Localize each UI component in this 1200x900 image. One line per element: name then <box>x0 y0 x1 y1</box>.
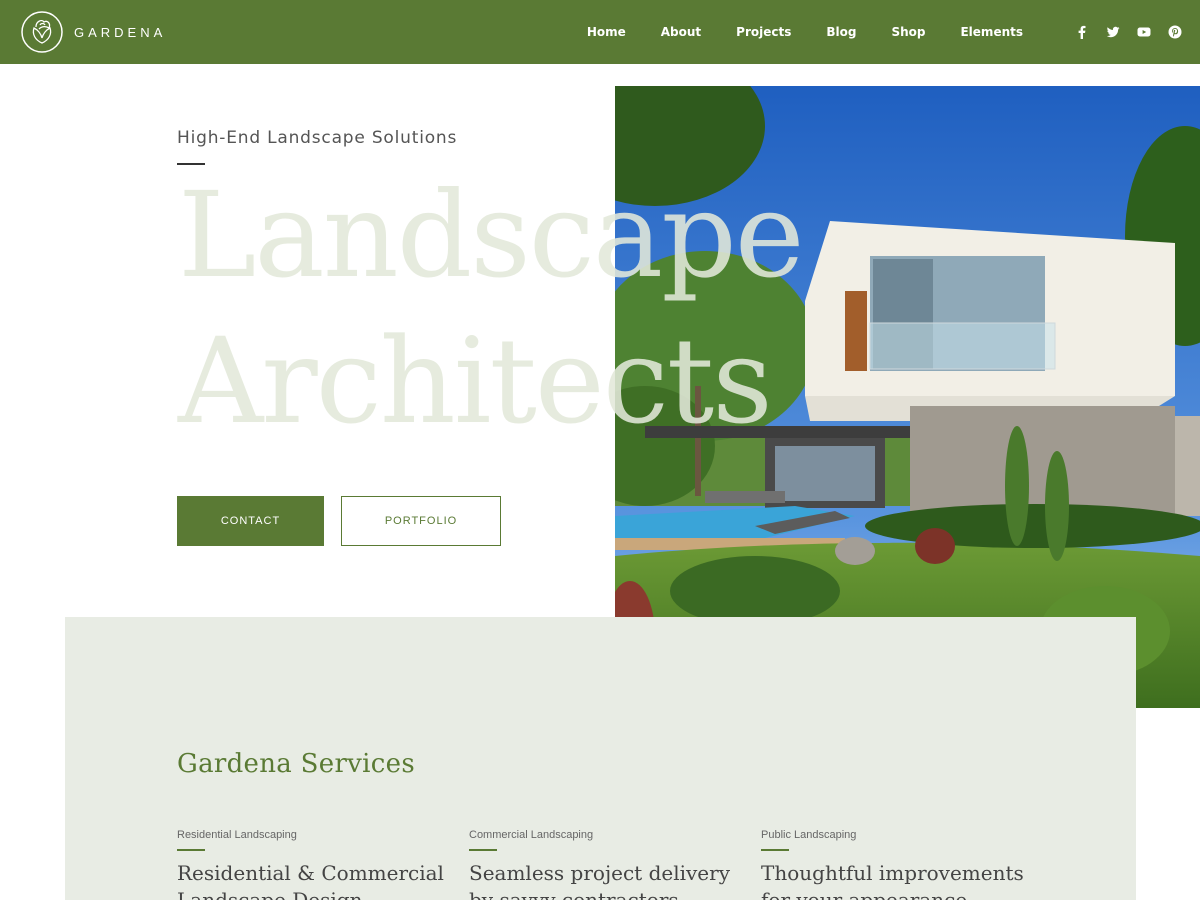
service-divider <box>761 849 789 851</box>
main-nav: Home About Projects Blog Shop Elements <box>587 0 1200 64</box>
twitter-icon[interactable] <box>1106 25 1120 39</box>
portfolio-button[interactable]: PORTFOLIO <box>341 496 501 546</box>
nav-home[interactable]: Home <box>587 25 626 39</box>
hero-house-photo <box>615 86 1200 708</box>
pinterest-icon[interactable] <box>1168 25 1182 39</box>
social-links <box>1058 25 1182 39</box>
service-public[interactable]: Public Landscaping Thoughtful improvemen… <box>761 829 1031 900</box>
nav-elements[interactable]: Elements <box>960 25 1023 39</box>
service-tag: Residential Landscaping <box>177 829 297 841</box>
hero-subtitle: High-End Landscape Solutions <box>177 128 458 148</box>
nav-blog[interactable]: Blog <box>826 25 856 39</box>
service-divider <box>177 849 205 851</box>
subtitle-divider <box>177 163 205 165</box>
nav-projects[interactable]: Projects <box>736 25 791 39</box>
services-title: Gardena Services <box>177 749 415 779</box>
service-tag: Public Landscaping <box>761 829 857 841</box>
nav-about[interactable]: About <box>661 25 701 39</box>
service-heading: Residential & Commercial Landscape Desig… <box>177 861 444 900</box>
youtube-icon[interactable] <box>1137 25 1151 39</box>
site-header: GARDENA Home About Projects Blog Shop El… <box>0 0 1200 64</box>
brand-name: GARDENA <box>74 24 167 40</box>
service-heading: Seamless project delivery by savvy contr… <box>469 861 731 900</box>
service-commercial[interactable]: Commercial Landscaping Seamless project … <box>469 829 739 900</box>
contact-button[interactable]: CONTACT <box>177 496 324 546</box>
service-divider <box>469 849 497 851</box>
logo[interactable]: GARDENA <box>20 10 166 54</box>
nav-shop[interactable]: Shop <box>891 25 925 39</box>
facebook-icon[interactable] <box>1075 25 1089 39</box>
service-heading: Thoughtful improvements for your appeara… <box>761 861 1024 900</box>
service-tag: Commercial Landscaping <box>469 829 594 841</box>
rose-icon <box>21 11 63 53</box>
service-residential[interactable]: Residential Landscaping Residential & Co… <box>177 829 447 900</box>
